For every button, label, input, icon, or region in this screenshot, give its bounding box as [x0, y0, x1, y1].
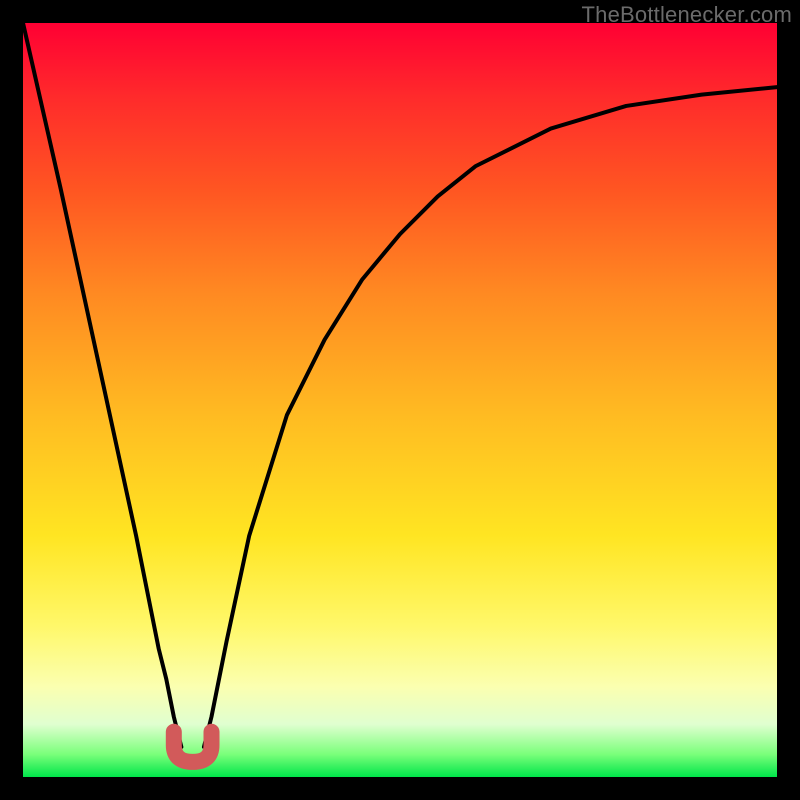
series-left-descent [23, 23, 181, 747]
series-right-ascent [204, 87, 777, 747]
chart-svg [23, 23, 777, 777]
chart-container: TheBottlenecker.com [0, 0, 800, 800]
minimum-marker [174, 732, 212, 762]
plot-area [23, 23, 777, 777]
